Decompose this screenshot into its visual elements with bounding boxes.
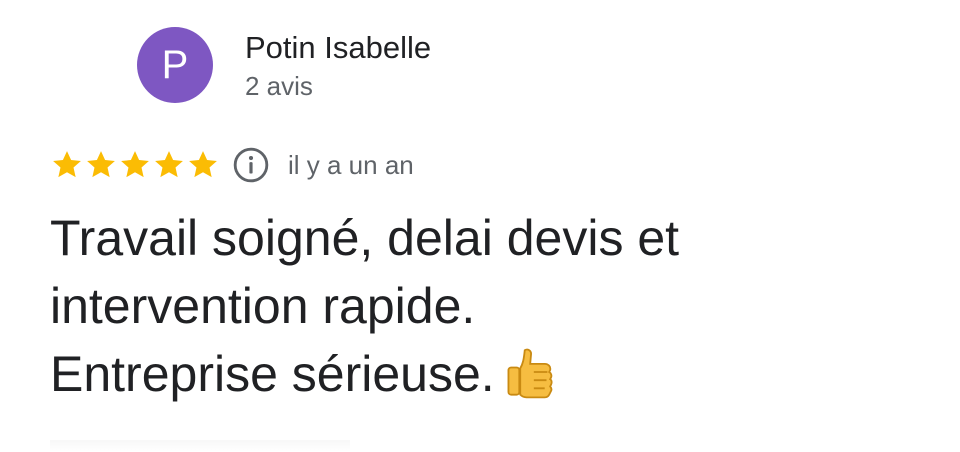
star-icon [155,151,183,178]
review-line: intervention rapide. [50,278,476,334]
star-icon [189,151,217,178]
review-line-text: Entreprise sérieuse. [50,346,495,402]
review-card: P Potin Isabelle 2 avis il y a un an Tra… [0,0,960,452]
star-icon [87,151,115,178]
star-icon [53,151,81,178]
author-name[interactable]: Potin Isabelle [245,29,431,67]
star-icon [121,151,149,178]
star-rating [50,148,220,182]
info-icon[interactable] [232,146,270,184]
rating-row: il y a un an [50,145,414,185]
review-date: il y a un an [288,150,414,180]
review-count: 2 avis [245,71,313,101]
thumbs-up-icon [507,348,553,399]
review-line: Entreprise sérieuse. [50,340,890,408]
review-line: Travail soigné, delai devis et [50,210,680,266]
next-review-edge [50,440,350,452]
avatar-initial: P [161,43,189,87]
avatar[interactable]: P [137,27,213,103]
review-text: Travail soigné, delai devis et intervent… [50,204,890,408]
